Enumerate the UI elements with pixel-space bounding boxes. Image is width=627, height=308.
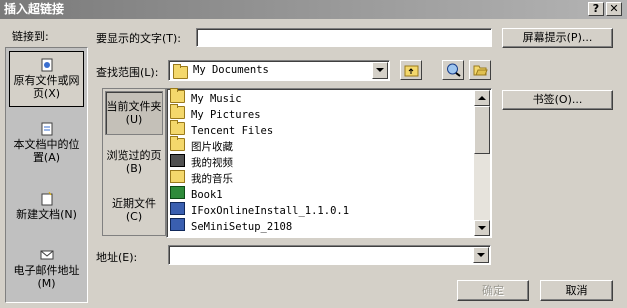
look-in-dropdown[interactable]: My Documents (168, 60, 390, 81)
look-in-label: 查找范围(L): (96, 66, 159, 79)
ok-button[interactable]: 确定 (457, 280, 529, 301)
folder-icon (170, 88, 185, 103)
cancel-button[interactable]: 取消 (540, 280, 613, 301)
file-list[interactable]: My Music My Pictures Tencent Files 图片收藏 … (168, 88, 489, 237)
link-place-in-document[interactable]: 本文档中的位置(A) (9, 118, 84, 168)
search-web-icon (447, 63, 461, 77)
up-one-folder-button[interactable] (400, 60, 422, 80)
list-item[interactable]: Tencent Files (170, 120, 273, 138)
title-bar: 插入超链接 (0, 0, 627, 19)
look-in-value: My Documents (193, 64, 269, 76)
close-icon: ✕ (609, 2, 619, 15)
list-item[interactable]: Book1 (170, 186, 223, 202)
link-existing-file-or-web-page[interactable]: 原有文件或网页(X) (9, 51, 84, 107)
browse-file-button[interactable] (469, 60, 491, 80)
music-folder-icon (170, 170, 185, 183)
list-item[interactable]: My Pictures (170, 104, 261, 122)
list-item[interactable]: 图片收藏 (170, 136, 233, 154)
view-browsed-pages[interactable]: 浏览过的页(B) (105, 141, 163, 183)
list-item[interactable]: 我的音乐 (170, 170, 233, 186)
link-to-label: 链接到: (12, 30, 49, 43)
globe-page-icon (41, 58, 52, 72)
excel-file-icon (170, 186, 185, 199)
installer-icon (170, 202, 185, 215)
address-input[interactable] (171, 247, 471, 262)
display-text-label: 要显示的文字(T): (96, 32, 182, 45)
up-folder-icon (404, 65, 419, 77)
folder-icon (170, 136, 185, 151)
scroll-up-button[interactable] (474, 90, 490, 106)
installer-icon (170, 218, 185, 231)
browse-web-button[interactable] (442, 60, 464, 80)
close-button[interactable]: ✕ (606, 2, 622, 16)
bookmark-button[interactable]: 书签(O)... (502, 90, 613, 110)
new-document-icon (41, 192, 52, 206)
list-item[interactable]: SeMiniSetup_2108 (170, 218, 292, 234)
chevron-down-icon[interactable] (372, 62, 388, 79)
folder-icon (173, 64, 188, 79)
scroll-down-button[interactable] (474, 220, 490, 236)
help-button[interactable]: ? (588, 2, 604, 16)
link-email-address[interactable]: 电子邮件地址(M) (9, 244, 84, 294)
open-folder-icon (473, 65, 488, 76)
folder-icon (170, 104, 185, 119)
view-panel: 当前文件夹(U) 浏览过的页(B) 近期文件(C) (102, 88, 166, 236)
list-item[interactable]: IFoxOnlineInstall_1.1.0.1 (170, 202, 349, 218)
address-label: 地址(E): (96, 251, 138, 264)
link-to-panel: 原有文件或网页(X) 本文档中的位置(A) 新建文档(N) 电子邮件地址(M) (5, 47, 88, 303)
display-text-input[interactable] (196, 28, 492, 47)
view-recent-files[interactable]: 近期文件(C) (105, 189, 163, 231)
view-current-folder[interactable]: 当前文件夹(U) (105, 91, 163, 135)
file-list-scrollbar[interactable] (474, 90, 490, 236)
chevron-down-icon[interactable] (473, 247, 489, 263)
link-new-document[interactable]: 新建文档(N) (9, 188, 84, 228)
window-title: 插入超链接 (4, 2, 65, 16)
scroll-thumb[interactable] (474, 106, 490, 154)
list-item[interactable]: 我的视频 (170, 154, 233, 170)
document-place-icon (41, 122, 52, 136)
folder-icon (170, 120, 185, 135)
list-item[interactable]: My Music (170, 88, 242, 106)
screen-tip-button[interactable]: 屏幕提示(P)... (502, 28, 613, 48)
address-dropdown[interactable] (168, 245, 491, 265)
video-folder-icon (170, 154, 185, 167)
email-icon (40, 250, 53, 260)
